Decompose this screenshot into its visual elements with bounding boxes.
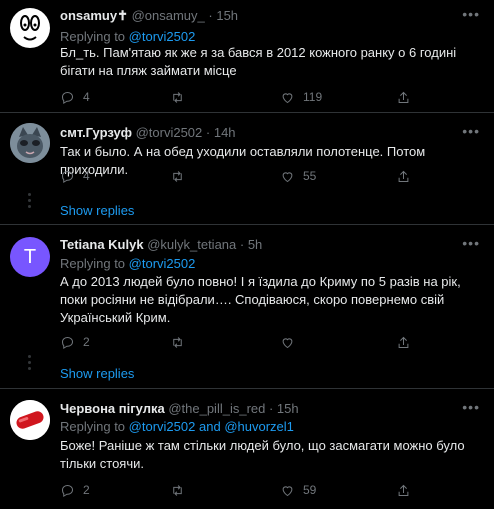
share-button[interactable] xyxy=(396,87,411,107)
reply-button[interactable]: 4 xyxy=(60,166,90,186)
replying-to: Replying to @torvi2502 xyxy=(60,29,195,44)
retweet-icon xyxy=(173,170,182,182)
share-icon xyxy=(398,91,409,103)
replying-to-link-2[interactable]: @huvorzel1 xyxy=(224,419,294,434)
reply-button[interactable]: 2 xyxy=(60,480,90,500)
avatar[interactable]: T xyxy=(10,237,50,277)
replying-to-link[interactable]: @torvi2502 xyxy=(129,419,196,434)
show-replies-link[interactable]: Show replies xyxy=(60,366,134,381)
heart-icon xyxy=(282,485,293,496)
tweet-actions: 4 119 xyxy=(60,87,460,107)
avatar[interactable] xyxy=(10,400,50,440)
replying-to-and: and xyxy=(198,419,221,434)
heart-icon xyxy=(282,92,293,103)
timestamp[interactable]: · 15h xyxy=(208,8,238,23)
avatar[interactable] xyxy=(10,123,50,163)
reply-count: 2 xyxy=(83,483,90,497)
tweet-header: onsamuy✝ @onsamuy_ · 15h xyxy=(60,8,238,24)
like-count: 55 xyxy=(303,169,317,183)
tweet-header: Червона пігулка @the_pill_is_red · 15h xyxy=(60,401,299,416)
tweet-header: смт.Гурзуф @torvi2502 · 14h xyxy=(60,125,236,140)
cat-avatar-icon xyxy=(10,123,50,163)
retweet-button[interactable] xyxy=(170,87,193,107)
reply-icon xyxy=(61,170,74,183)
tweet-text: Боже! Раніше ж там стільки людей було, щ… xyxy=(60,438,465,471)
reply-count: 4 xyxy=(83,169,90,183)
retweet-icon xyxy=(173,484,182,496)
avatar-letter: T xyxy=(23,245,37,268)
more-options-icon[interactable]: ••• xyxy=(462,399,480,415)
display-name[interactable]: Tetiana Kulyk xyxy=(60,237,144,252)
red-pill-icon xyxy=(10,400,50,440)
retweet-button[interactable] xyxy=(170,480,193,500)
more-options-icon[interactable]: ••• xyxy=(462,6,480,22)
reply-count: 2 xyxy=(83,335,90,349)
like-count: 119 xyxy=(303,90,323,104)
retweet-button[interactable] xyxy=(170,332,193,352)
tweet-text: А до 2013 людей було повно! І я їздила д… xyxy=(60,274,461,325)
retweet-icon xyxy=(173,91,182,103)
like-button[interactable]: 55 xyxy=(280,166,316,186)
tweet-chervona-pihulka[interactable]: Червона пігулка @the_pill_is_red · 15h •… xyxy=(0,389,494,509)
share-icon xyxy=(398,170,409,182)
reply-button[interactable]: 2 xyxy=(60,332,90,352)
tweet-actions: 4 55 xyxy=(60,166,460,186)
more-options-icon[interactable]: ••• xyxy=(462,123,480,139)
display-name[interactable]: onsamuy✝ xyxy=(60,8,128,23)
user-handle[interactable]: @torvi2502 xyxy=(136,125,203,140)
reply-button[interactable]: 4 xyxy=(60,87,90,107)
share-icon xyxy=(398,336,409,348)
reply-icon xyxy=(61,336,74,349)
user-handle[interactable]: @kulyk_tetiana xyxy=(147,237,236,252)
avatar[interactable] xyxy=(10,8,50,48)
share-button[interactable] xyxy=(396,332,411,352)
more-options-icon[interactable]: ••• xyxy=(462,235,480,251)
show-replies-link[interactable]: Show replies xyxy=(60,203,134,218)
like-count: 59 xyxy=(303,483,317,497)
like-button[interactable]: 59 xyxy=(280,480,316,500)
like-button[interactable] xyxy=(280,332,303,352)
timestamp[interactable]: · 14h xyxy=(206,125,236,140)
timestamp[interactable]: · 15h xyxy=(269,401,299,416)
tweet-gurzuf[interactable]: смт.Гурзуф @torvi2502 · 14h ••• Так и бы… xyxy=(0,113,494,223)
replying-to-link[interactable]: @torvi2502 xyxy=(129,256,196,271)
replying-to: Replying to @torvi2502 and @huvorzel1 xyxy=(60,419,294,434)
reply-count: 4 xyxy=(83,90,90,104)
retweet-button[interactable] xyxy=(170,166,193,186)
reply-icon xyxy=(61,484,74,497)
reply-icon xyxy=(61,91,74,104)
tweet-onsamuy[interactable]: onsamuy✝ @onsamuy_ · 15h ••• Replying to… xyxy=(0,0,494,110)
thread-dots xyxy=(22,355,31,370)
tweet-text: Бл_ть. Пам'ятаю як же я за бався в 2012 … xyxy=(60,45,457,78)
timestamp[interactable]: · 5h xyxy=(240,237,262,252)
tweet-actions: 2 59 xyxy=(60,480,460,500)
replying-to-label: Replying to xyxy=(60,256,126,271)
user-handle[interactable]: @onsamuy_ xyxy=(132,8,205,23)
replying-to-label: Replying to xyxy=(60,29,126,44)
replying-to-link[interactable]: @torvi2502 xyxy=(129,29,196,44)
thread-dots xyxy=(22,193,31,208)
display-name[interactable]: Червона пігулка xyxy=(60,401,165,416)
face-doodle-icon xyxy=(20,15,40,41)
heart-icon xyxy=(282,171,293,182)
tweet-header: Tetiana Kulyk @kulyk_tetiana · 5h xyxy=(60,237,262,252)
replying-to-label: Replying to xyxy=(60,419,126,434)
tweet-tetiana[interactable]: T Tetiana Kulyk @kulyk_tetiana · 5h ••• … xyxy=(0,225,494,385)
like-button[interactable]: 119 xyxy=(280,87,322,107)
user-handle[interactable]: @the_pill_is_red xyxy=(168,401,265,416)
share-button[interactable] xyxy=(396,166,411,186)
share-button[interactable] xyxy=(396,480,411,500)
replying-to: Replying to @torvi2502 xyxy=(60,256,195,271)
display-name[interactable]: смт.Гурзуф xyxy=(60,125,132,140)
heart-icon xyxy=(282,337,293,348)
tweet-actions: 2 xyxy=(60,332,460,352)
share-icon xyxy=(398,484,409,496)
retweet-icon xyxy=(173,336,182,348)
